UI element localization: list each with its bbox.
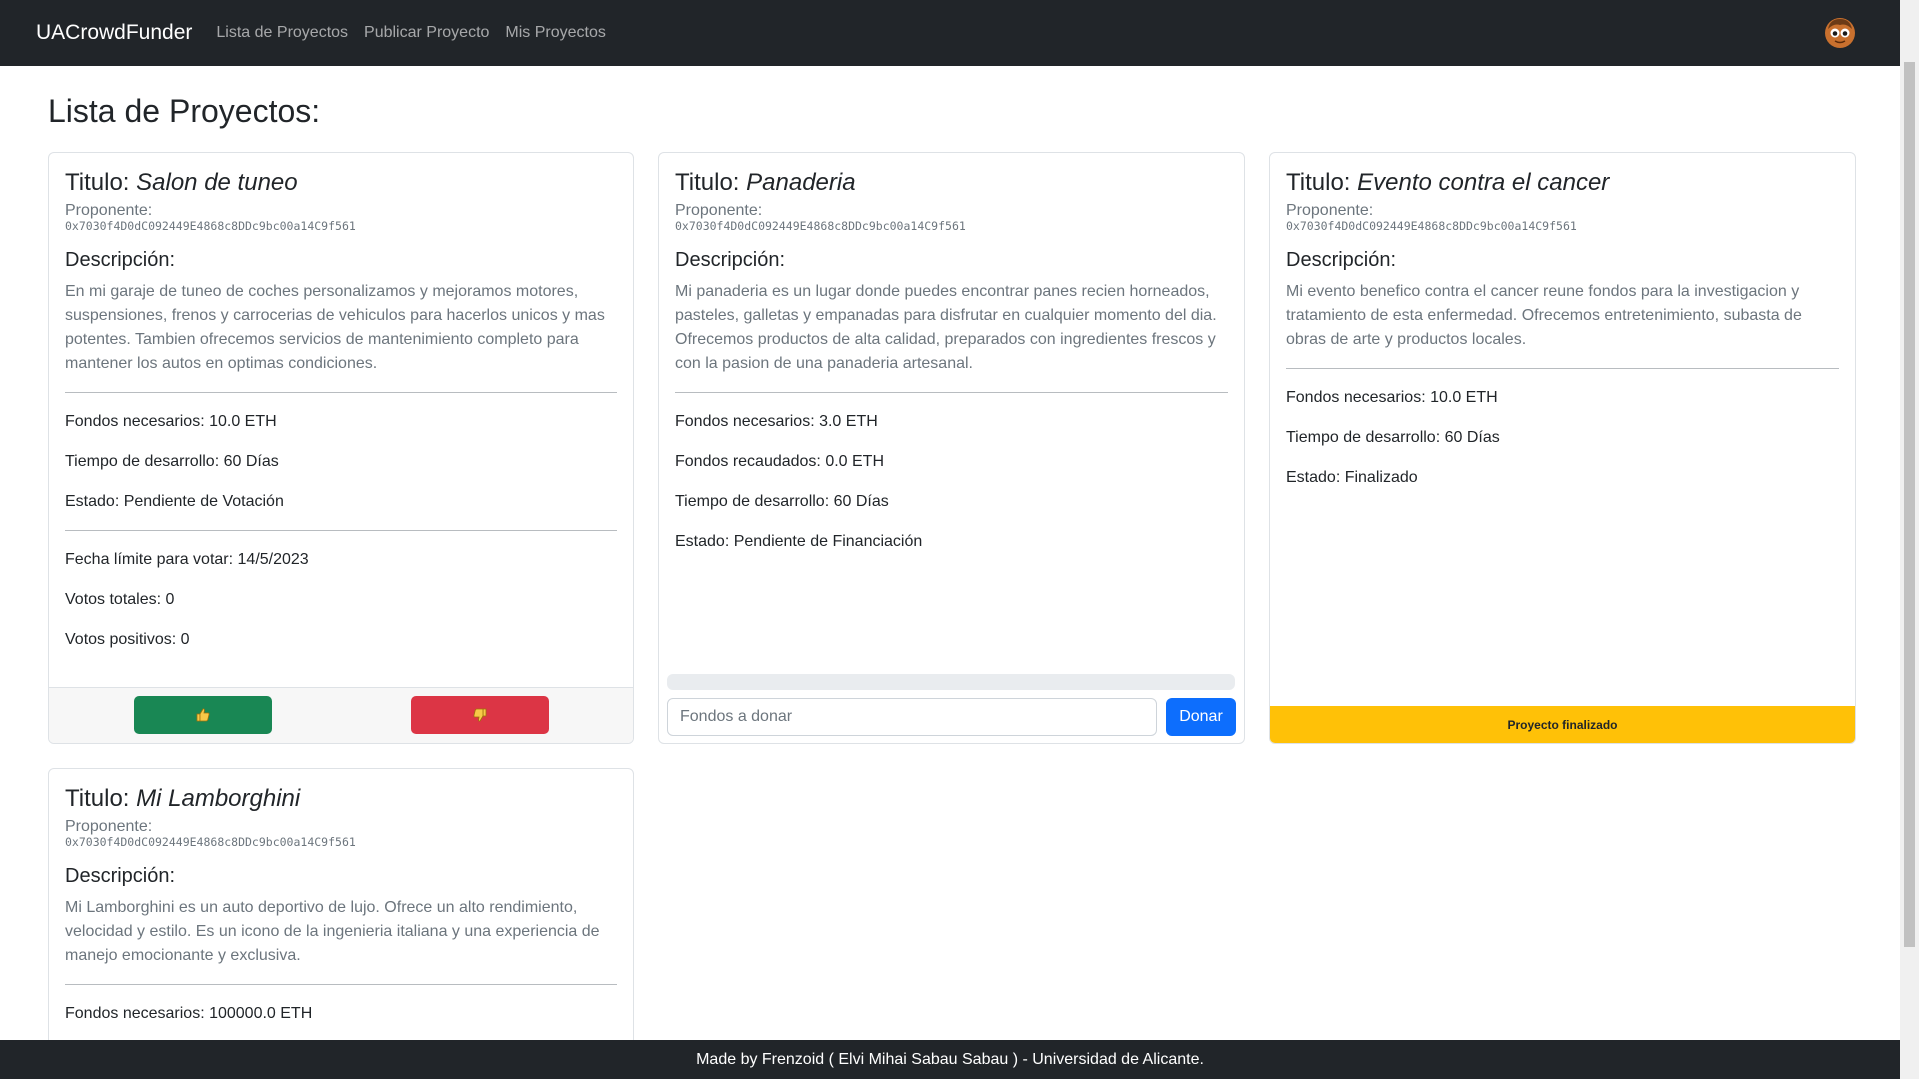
fondos-necesarios: Fondos necesarios: 3.0 ETH	[675, 413, 878, 431]
nav-link-publicar-proyecto[interactable]: Publicar Proyecto	[364, 24, 489, 42]
funding-progress-bar	[667, 674, 1235, 690]
fondos-necesarios: Fondos necesarios: 10.0 ETH	[65, 413, 277, 431]
project-description: Mi evento benefico contra el cancer reun…	[1286, 283, 1802, 349]
proponent-label: Proponente:	[1286, 201, 1374, 219]
proponent-address: 0x7030f4D0dC092449E4868c8DDc9bc00a14C9f5…	[1286, 219, 1577, 234]
navbar: UACrowdFunder Lista de Proyectos Publica…	[0, 0, 1900, 66]
proponent-address: 0x7030f4D0dC092449E4868c8DDc9bc00a14C9f5…	[65, 219, 356, 234]
fondos-necesarios: Fondos necesarios: 10.0 ETH	[1286, 389, 1498, 407]
project-card: Titulo: Evento contra el cancer Proponen…	[1269, 152, 1856, 744]
description-heading: Descripción:	[1286, 249, 1397, 272]
project-card: Titulo: Mi Lamborghini Proponente: 0x703…	[48, 768, 634, 1079]
description-heading: Descripción:	[65, 249, 176, 272]
donate-button[interactable]: Donar	[1166, 698, 1236, 736]
nav-link-mis-proyectos[interactable]: Mis Proyectos	[505, 24, 605, 42]
thumbs-up-icon	[196, 708, 210, 722]
page-title: Lista de Proyectos:	[48, 93, 321, 129]
fondos-necesarios: Fondos necesarios: 100000.0 ETH	[65, 1005, 313, 1023]
page-scrollbar[interactable]	[1900, 0, 1919, 1079]
main-content: Lista de Proyectos:	[48, 66, 1856, 152]
votos-totales: Votos totales: 0	[65, 591, 175, 609]
estado: Estado: Pendiente de Financiación	[675, 533, 923, 551]
vote-up-button[interactable]	[134, 696, 272, 734]
user-avatar-icon[interactable]	[1824, 17, 1856, 49]
page-footer: Made by Frenzoid ( Elvi Mihai Sabau Saba…	[0, 1040, 1900, 1079]
vote-down-button[interactable]	[411, 696, 549, 734]
description-heading: Descripción:	[675, 249, 786, 272]
fecha-limite-votar: Fecha límite para votar: 14/5/2023	[65, 551, 309, 569]
project-description: Mi panaderia es un lugar donde puedes en…	[675, 283, 1217, 373]
divider	[65, 984, 617, 986]
project-finalized-banner: Proyecto finalizado	[1270, 706, 1855, 743]
project-title: Titulo: Evento contra el cancer	[1286, 169, 1610, 196]
project-card: Titulo: Panaderia Proponente: 0x7030f4D0…	[658, 152, 1245, 744]
project-title: Titulo: Mi Lamborghini	[65, 785, 301, 812]
tiempo-desarrollo: Tiempo de desarrollo: 60 Días	[1286, 429, 1500, 447]
fondos-recaudados: Fondos recaudados: 0.0 ETH	[675, 453, 885, 471]
project-description: Mi Lamborghini es un auto deportivo de l…	[65, 899, 600, 965]
footer-credits: Made by Frenzoid ( Elvi Mihai Sabau Saba…	[696, 1050, 1204, 1068]
divider	[65, 530, 617, 532]
vote-footer	[49, 687, 633, 743]
proponent-label: Proponente:	[65, 201, 153, 219]
description-heading: Descripción:	[65, 865, 176, 888]
brand-link[interactable]: UACrowdFunder	[36, 21, 192, 45]
project-card: Titulo: Salon de tuneo Proponente: 0x703…	[48, 152, 634, 744]
proponent-label: Proponente:	[675, 201, 763, 219]
thumbs-down-icon	[473, 708, 487, 722]
scrollbar-thumb[interactable]	[1904, 62, 1915, 947]
nav-link-lista-proyectos[interactable]: Lista de Proyectos	[216, 24, 348, 42]
project-title: Titulo: Panaderia	[675, 169, 856, 196]
donate-amount-input[interactable]	[667, 698, 1157, 736]
divider	[65, 392, 617, 394]
tiempo-desarrollo: Tiempo de desarrollo: 60 Días	[675, 493, 889, 511]
proponent-label: Proponente:	[65, 817, 153, 835]
estado: Estado: Finalizado	[1286, 469, 1418, 487]
project-title: Titulo: Salon de tuneo	[65, 169, 298, 196]
divider	[1286, 368, 1839, 370]
divider	[675, 392, 1228, 394]
project-description: En mi garaje de tuneo de coches personal…	[65, 283, 605, 373]
votos-positivos: Votos positivos: 0	[65, 631, 190, 649]
estado: Estado: Pendiente de Votación	[65, 493, 284, 511]
proponent-address: 0x7030f4D0dC092449E4868c8DDc9bc00a14C9f5…	[675, 219, 966, 234]
proponent-address: 0x7030f4D0dC092449E4868c8DDc9bc00a14C9f5…	[65, 835, 356, 850]
tiempo-desarrollo: Tiempo de desarrollo: 60 Días	[65, 453, 279, 471]
